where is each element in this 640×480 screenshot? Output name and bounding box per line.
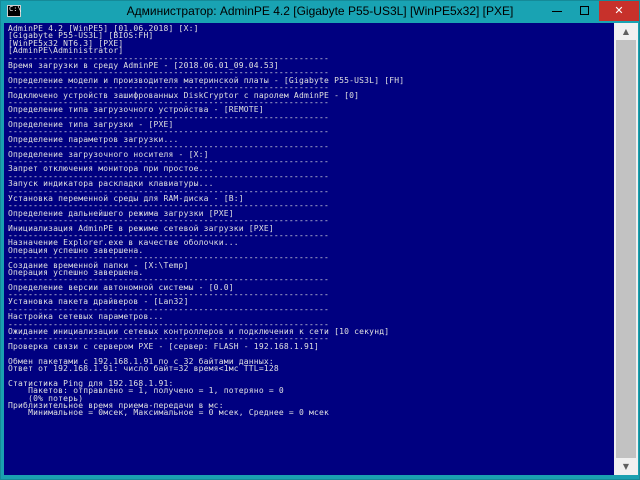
console-lines: AdminPE 4.2 [WinPE5] [01.06.2018] [X:] [G… (8, 24, 612, 418)
maximize-button[interactable] (571, 1, 599, 21)
console-line: Пакетов: отправлено = 1, получено = 1, п… (8, 386, 284, 396)
console-line: Минимальное = 0мсек, Максимальное = 0 мс… (8, 408, 330, 418)
scroll-up-button[interactable]: ▲ (614, 23, 638, 40)
console-window: C:\ Администратор: AdminPE 4.2 [Gigabyte… (0, 0, 640, 480)
close-button[interactable]: ✕ (599, 1, 639, 21)
maximize-icon (580, 6, 589, 15)
minimize-icon (552, 11, 562, 12)
minimize-button[interactable] (543, 1, 571, 21)
title-bar[interactable]: C:\ Администратор: AdminPE 4.2 [Gigabyte… (1, 1, 639, 23)
scroll-down-button[interactable]: ▼ (614, 458, 638, 475)
close-icon: ✕ (614, 4, 624, 17)
console-line: Ответ от 192.168.1.91: число байт=32 вре… (8, 363, 279, 373)
scroll-thumb[interactable] (616, 40, 636, 458)
console-line: Проверка связи с сервером PXE - [сервер:… (8, 341, 320, 351)
scroll-down-icon: ▼ (622, 462, 630, 471)
vertical-scrollbar[interactable]: ▲ ▼ (614, 23, 638, 475)
console-output[interactable]: AdminPE 4.2 [WinPE5] [01.06.2018] [X:] [G… (4, 23, 614, 475)
scroll-up-icon: ▲ (622, 27, 630, 36)
